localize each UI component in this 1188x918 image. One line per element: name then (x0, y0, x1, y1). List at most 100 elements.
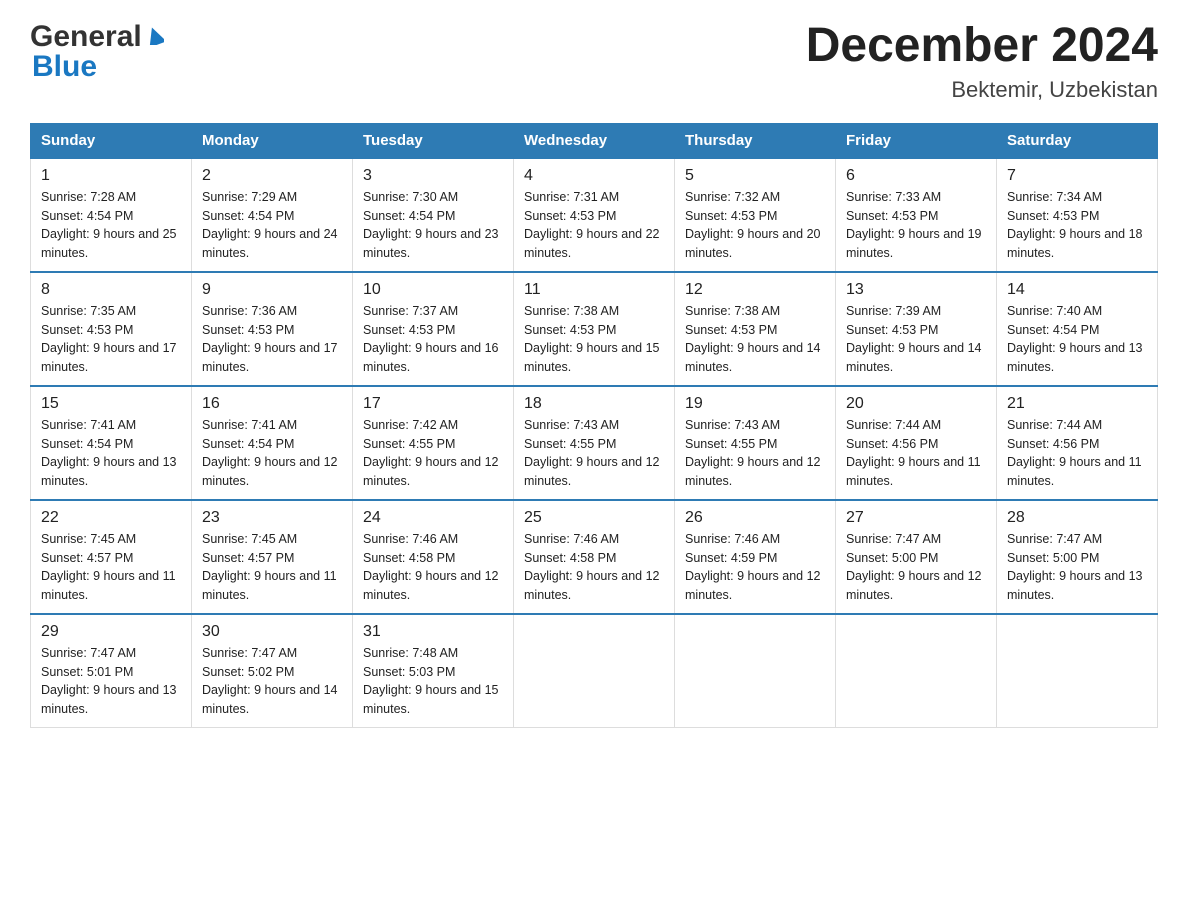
day-number: 7 (1007, 167, 1147, 185)
calendar-table: Sunday Monday Tuesday Wednesday Thursday… (30, 123, 1158, 728)
table-row: 8 Sunrise: 7:35 AMSunset: 4:53 PMDayligh… (31, 272, 192, 386)
table-row: 28 Sunrise: 7:47 AMSunset: 5:00 PMDaylig… (997, 500, 1158, 614)
table-row: 30 Sunrise: 7:47 AMSunset: 5:02 PMDaylig… (192, 614, 353, 728)
table-row: 2 Sunrise: 7:29 AMSunset: 4:54 PMDayligh… (192, 158, 353, 272)
day-info: Sunrise: 7:38 AMSunset: 4:53 PMDaylight:… (685, 304, 821, 374)
logo: General Blue (30, 20, 164, 84)
day-number: 14 (1007, 281, 1147, 299)
table-row: 24 Sunrise: 7:46 AMSunset: 4:58 PMDaylig… (353, 500, 514, 614)
day-info: Sunrise: 7:43 AMSunset: 4:55 PMDaylight:… (685, 418, 821, 488)
day-info: Sunrise: 7:48 AMSunset: 5:03 PMDaylight:… (363, 646, 499, 716)
day-number: 4 (524, 167, 664, 185)
day-number: 12 (685, 281, 825, 299)
day-info: Sunrise: 7:28 AMSunset: 4:54 PMDaylight:… (41, 190, 177, 260)
logo-general-text: General (30, 20, 142, 54)
day-number: 22 (41, 509, 181, 527)
table-row: 23 Sunrise: 7:45 AMSunset: 4:57 PMDaylig… (192, 500, 353, 614)
col-thursday: Thursday (675, 123, 836, 158)
title-block: December 2024 Bektemir, Uzbekistan (806, 20, 1158, 103)
day-info: Sunrise: 7:33 AMSunset: 4:53 PMDaylight:… (846, 190, 982, 260)
day-info: Sunrise: 7:42 AMSunset: 4:55 PMDaylight:… (363, 418, 499, 488)
logo-blue-text: Blue (30, 50, 97, 83)
day-info: Sunrise: 7:30 AMSunset: 4:54 PMDaylight:… (363, 190, 499, 260)
table-row (836, 614, 997, 728)
table-row (514, 614, 675, 728)
day-info: Sunrise: 7:44 AMSunset: 4:56 PMDaylight:… (1007, 418, 1142, 488)
table-row: 22 Sunrise: 7:45 AMSunset: 4:57 PMDaylig… (31, 500, 192, 614)
day-info: Sunrise: 7:47 AMSunset: 5:00 PMDaylight:… (846, 532, 982, 602)
day-info: Sunrise: 7:44 AMSunset: 4:56 PMDaylight:… (846, 418, 981, 488)
day-number: 11 (524, 281, 664, 299)
calendar-week-row: 22 Sunrise: 7:45 AMSunset: 4:57 PMDaylig… (31, 500, 1158, 614)
day-number: 3 (363, 167, 503, 185)
day-number: 29 (41, 623, 181, 641)
table-row: 13 Sunrise: 7:39 AMSunset: 4:53 PMDaylig… (836, 272, 997, 386)
day-number: 16 (202, 395, 342, 413)
table-row: 10 Sunrise: 7:37 AMSunset: 4:53 PMDaylig… (353, 272, 514, 386)
col-wednesday: Wednesday (514, 123, 675, 158)
day-number: 1 (41, 167, 181, 185)
table-row: 6 Sunrise: 7:33 AMSunset: 4:53 PMDayligh… (836, 158, 997, 272)
col-tuesday: Tuesday (353, 123, 514, 158)
day-number: 15 (41, 395, 181, 413)
day-info: Sunrise: 7:39 AMSunset: 4:53 PMDaylight:… (846, 304, 982, 374)
day-info: Sunrise: 7:40 AMSunset: 4:54 PMDaylight:… (1007, 304, 1143, 374)
table-row: 25 Sunrise: 7:46 AMSunset: 4:58 PMDaylig… (514, 500, 675, 614)
day-info: Sunrise: 7:37 AMSunset: 4:53 PMDaylight:… (363, 304, 499, 374)
day-number: 2 (202, 167, 342, 185)
logo-triangle-icon (146, 27, 164, 50)
day-info: Sunrise: 7:46 AMSunset: 4:59 PMDaylight:… (685, 532, 821, 602)
day-number: 27 (846, 509, 986, 527)
col-sunday: Sunday (31, 123, 192, 158)
calendar-week-row: 29 Sunrise: 7:47 AMSunset: 5:01 PMDaylig… (31, 614, 1158, 728)
day-number: 18 (524, 395, 664, 413)
day-info: Sunrise: 7:45 AMSunset: 4:57 PMDaylight:… (202, 532, 337, 602)
day-info: Sunrise: 7:47 AMSunset: 5:01 PMDaylight:… (41, 646, 177, 716)
day-info: Sunrise: 7:36 AMSunset: 4:53 PMDaylight:… (202, 304, 338, 374)
day-info: Sunrise: 7:47 AMSunset: 5:02 PMDaylight:… (202, 646, 338, 716)
table-row: 17 Sunrise: 7:42 AMSunset: 4:55 PMDaylig… (353, 386, 514, 500)
col-friday: Friday (836, 123, 997, 158)
day-number: 20 (846, 395, 986, 413)
table-row: 9 Sunrise: 7:36 AMSunset: 4:53 PMDayligh… (192, 272, 353, 386)
month-title: December 2024 (806, 20, 1158, 73)
calendar-week-row: 15 Sunrise: 7:41 AMSunset: 4:54 PMDaylig… (31, 386, 1158, 500)
day-number: 25 (524, 509, 664, 527)
location-title: Bektemir, Uzbekistan (806, 77, 1158, 103)
calendar-week-row: 8 Sunrise: 7:35 AMSunset: 4:53 PMDayligh… (31, 272, 1158, 386)
page-header: General Blue December 2024 Bektemir, Uzb… (30, 20, 1158, 103)
calendar-week-row: 1 Sunrise: 7:28 AMSunset: 4:54 PMDayligh… (31, 158, 1158, 272)
table-row: 1 Sunrise: 7:28 AMSunset: 4:54 PMDayligh… (31, 158, 192, 272)
day-info: Sunrise: 7:46 AMSunset: 4:58 PMDaylight:… (524, 532, 660, 602)
day-number: 28 (1007, 509, 1147, 527)
day-info: Sunrise: 7:46 AMSunset: 4:58 PMDaylight:… (363, 532, 499, 602)
day-info: Sunrise: 7:41 AMSunset: 4:54 PMDaylight:… (41, 418, 177, 488)
day-number: 23 (202, 509, 342, 527)
table-row: 7 Sunrise: 7:34 AMSunset: 4:53 PMDayligh… (997, 158, 1158, 272)
table-row (675, 614, 836, 728)
day-info: Sunrise: 7:45 AMSunset: 4:57 PMDaylight:… (41, 532, 176, 602)
calendar-header-row: Sunday Monday Tuesday Wednesday Thursday… (31, 123, 1158, 158)
day-number: 31 (363, 623, 503, 641)
table-row: 12 Sunrise: 7:38 AMSunset: 4:53 PMDaylig… (675, 272, 836, 386)
day-number: 30 (202, 623, 342, 641)
table-row: 26 Sunrise: 7:46 AMSunset: 4:59 PMDaylig… (675, 500, 836, 614)
table-row: 29 Sunrise: 7:47 AMSunset: 5:01 PMDaylig… (31, 614, 192, 728)
col-monday: Monday (192, 123, 353, 158)
day-number: 21 (1007, 395, 1147, 413)
table-row: 16 Sunrise: 7:41 AMSunset: 4:54 PMDaylig… (192, 386, 353, 500)
table-row: 31 Sunrise: 7:48 AMSunset: 5:03 PMDaylig… (353, 614, 514, 728)
day-number: 19 (685, 395, 825, 413)
day-number: 17 (363, 395, 503, 413)
day-info: Sunrise: 7:29 AMSunset: 4:54 PMDaylight:… (202, 190, 338, 260)
day-number: 13 (846, 281, 986, 299)
day-number: 9 (202, 281, 342, 299)
day-number: 10 (363, 281, 503, 299)
col-saturday: Saturday (997, 123, 1158, 158)
day-info: Sunrise: 7:31 AMSunset: 4:53 PMDaylight:… (524, 190, 660, 260)
table-row: 27 Sunrise: 7:47 AMSunset: 5:00 PMDaylig… (836, 500, 997, 614)
table-row: 19 Sunrise: 7:43 AMSunset: 4:55 PMDaylig… (675, 386, 836, 500)
day-number: 6 (846, 167, 986, 185)
day-info: Sunrise: 7:43 AMSunset: 4:55 PMDaylight:… (524, 418, 660, 488)
day-info: Sunrise: 7:32 AMSunset: 4:53 PMDaylight:… (685, 190, 821, 260)
